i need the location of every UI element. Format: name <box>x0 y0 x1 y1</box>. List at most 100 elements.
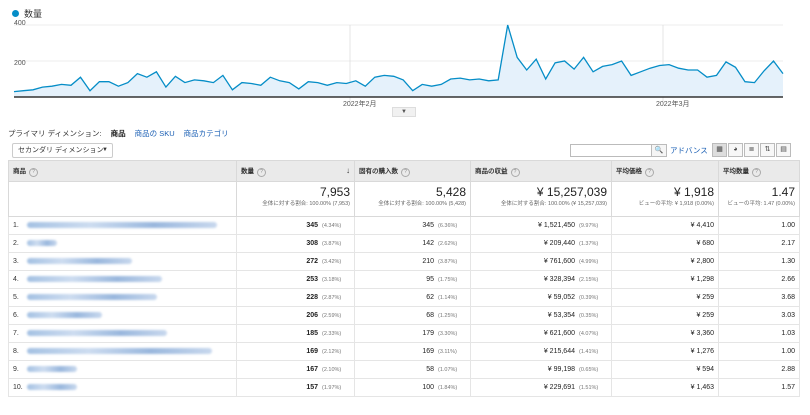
table-view-icon[interactable]: ▦ <box>712 143 727 157</box>
blurred-product-name[interactable] <box>27 312 102 319</box>
view-switcher: ▦ ◕ ≣ ⇅ ▤ <box>712 143 791 157</box>
blurred-product-name[interactable] <box>27 258 132 265</box>
table-row: 3. 272 (3.42%) 210 (3.87%) ¥ 761,600 (4.99%) ¥ … <box>8 252 800 271</box>
product-cell[interactable]: 2. <box>8 234 237 253</box>
primary-dimension-bar: プライマリ ディメンション: 商品 商品の SKU 商品カテゴリ <box>8 128 229 139</box>
product-cell[interactable]: 10. <box>8 378 237 397</box>
revenue-cell: ¥ 59,052 (0.39%) <box>470 288 612 307</box>
help-icon[interactable]: ? <box>29 168 38 177</box>
secondary-dimension-dropdown[interactable]: セカンダリ ディメンション ▼ <box>12 143 113 158</box>
avg-quantity-cell: 1.00 <box>718 216 800 235</box>
blurred-product-name[interactable] <box>27 366 77 373</box>
blurred-product-name[interactable] <box>27 276 162 283</box>
totals-row: 7,953 全体に対する割合: 100.00% (7,953) 5,428 全体に対… <box>8 181 800 217</box>
revenue-cell: ¥ 761,600 (4.99%) <box>470 252 612 271</box>
performance-view-icon[interactable]: ≣ <box>744 143 759 157</box>
table-row: 5. 228 (2.87%) 62 (1.14%) ¥ 59,052 (0.39%) ¥ 25… <box>8 288 800 307</box>
avg-quantity-cell: 3.03 <box>718 306 800 325</box>
unique-purchases-cell: 169 (3.11%) <box>354 342 471 361</box>
column-header-avg-quantity[interactable]: 平均数量? <box>718 160 800 182</box>
quantity-cell: 228 (2.87%) <box>236 288 355 307</box>
unique-purchases-cell: 210 (3.87%) <box>354 252 471 271</box>
help-icon[interactable]: ? <box>752 168 761 177</box>
comparison-view-icon[interactable]: ⇅ <box>760 143 775 157</box>
dimension-link-category[interactable]: 商品カテゴリ <box>184 128 229 139</box>
avg-price-cell: ¥ 4,410 <box>611 216 719 235</box>
revenue-cell: ¥ 328,394 (2.15%) <box>470 270 612 289</box>
avg-price-cell: ¥ 680 <box>611 234 719 253</box>
product-cell[interactable]: 9. <box>8 360 237 379</box>
quantity-cell: 157 (1.97%) <box>236 378 355 397</box>
quantity-cell: 185 (2.33%) <box>236 324 355 343</box>
unique-purchases-cell: 100 (1.84%) <box>354 378 471 397</box>
avg-price-cell: ¥ 2,800 <box>611 252 719 271</box>
data-table: 商品? 数量? ↓ 固有の購入数? 商品の収益? 平均価格? 平均数量? 7,95… <box>8 160 800 397</box>
help-icon[interactable]: ? <box>257 168 266 177</box>
avg-quantity-cell: 2.88 <box>718 360 800 379</box>
pie-view-icon[interactable]: ◕ <box>728 143 743 157</box>
y-tick-label: 200 <box>14 60 26 67</box>
column-header-avg-price[interactable]: 平均価格? <box>611 160 719 182</box>
unique-purchases-cell: 62 (1.14%) <box>354 288 471 307</box>
revenue-cell: ¥ 229,691 (1.51%) <box>470 378 612 397</box>
blurred-product-name[interactable] <box>27 330 167 337</box>
avg-quantity-cell: 2.66 <box>718 270 800 289</box>
product-cell[interactable]: 6. <box>8 306 237 325</box>
avg-price-cell: ¥ 1,298 <box>611 270 719 289</box>
quantity-cell: 272 (3.42%) <box>236 252 355 271</box>
total-unique-purchases: 5,428 全体に対する割合: 100.00% (5,428) <box>354 181 471 217</box>
column-header-unique-purchases[interactable]: 固有の購入数? <box>354 160 471 182</box>
column-header-quantity[interactable]: 数量? ↓ <box>236 160 355 182</box>
table-row: 10. 157 (1.97%) 100 (1.84%) ¥ 229,691 (1.51%) ¥… <box>8 378 800 397</box>
product-cell[interactable]: 8. <box>8 342 237 361</box>
row-index: 8. <box>13 348 19 355</box>
search-icon[interactable]: 🔍 <box>651 144 667 157</box>
primary-dimension-label: プライマリ ディメンション: <box>8 129 102 138</box>
row-index: 1. <box>13 222 19 229</box>
avg-price-cell: ¥ 259 <box>611 288 719 307</box>
help-icon[interactable]: ? <box>510 168 520 177</box>
avg-quantity-cell: 2.17 <box>718 234 800 253</box>
revenue-cell: ¥ 621,600 (4.07%) <box>470 324 612 343</box>
avg-price-cell: ¥ 594 <box>611 360 719 379</box>
blurred-product-name[interactable] <box>27 384 77 391</box>
quantity-cell: 345 (4.34%) <box>236 216 355 235</box>
product-cell[interactable]: 3. <box>8 252 237 271</box>
table-row: 2. 308 (3.87%) 142 (2.62%) ¥ 209,440 (1.37%) ¥ … <box>8 234 800 253</box>
blurred-product-name[interactable] <box>27 240 57 247</box>
column-header-product[interactable]: 商品? <box>8 160 237 182</box>
quantity-cell: 169 (2.12%) <box>236 342 355 361</box>
table-row: 4. 253 (3.18%) 95 (1.75%) ¥ 328,394 (2.15%) ¥ 1… <box>8 270 800 289</box>
table-row: 9. 167 (2.10%) 58 (1.07%) ¥ 99,198 (0.65%) ¥ 59… <box>8 360 800 379</box>
blurred-product-name[interactable] <box>27 348 212 355</box>
revenue-cell: ¥ 209,440 (1.37%) <box>470 234 612 253</box>
blurred-product-name[interactable] <box>27 222 217 229</box>
row-index: 10. <box>13 384 23 391</box>
total-quantity: 7,953 全体に対する割合: 100.00% (7,953) <box>236 181 355 217</box>
product-cell[interactable]: 7. <box>8 324 237 343</box>
table-row: 7. 185 (2.33%) 179 (3.30%) ¥ 621,600 (4.07%) ¥ … <box>8 324 800 343</box>
dimension-link-sku[interactable]: 商品の SKU <box>135 128 175 139</box>
help-icon[interactable]: ? <box>645 168 654 177</box>
product-cell[interactable]: 1. <box>8 216 237 235</box>
totals-label-cell <box>8 181 237 217</box>
secondary-dimension-label: セカンダリ ディメンション <box>18 147 104 154</box>
row-index: 4. <box>13 276 19 283</box>
unique-purchases-cell: 58 (1.07%) <box>354 360 471 379</box>
row-index: 9. <box>13 366 19 373</box>
blurred-product-name[interactable] <box>27 294 157 301</box>
product-cell[interactable]: 5. <box>8 288 237 307</box>
quantity-cell: 308 (3.87%) <box>236 234 355 253</box>
pivot-view-icon[interactable]: ▤ <box>776 143 791 157</box>
series-color-dot <box>12 10 19 17</box>
chart-collapse-toggle[interactable]: ▼ <box>392 107 416 117</box>
help-icon[interactable]: ? <box>401 168 410 177</box>
avg-price-cell: ¥ 259 <box>611 306 719 325</box>
product-cell[interactable]: 4. <box>8 270 237 289</box>
avg-quantity-cell: 1.30 <box>718 252 800 271</box>
unique-purchases-cell: 142 (2.62%) <box>354 234 471 253</box>
advanced-filter-link[interactable]: アドバンス <box>670 145 708 156</box>
avg-price-cell: ¥ 3,360 <box>611 324 719 343</box>
column-header-revenue[interactable]: 商品の収益? <box>470 160 612 182</box>
search-input[interactable] <box>570 144 652 157</box>
